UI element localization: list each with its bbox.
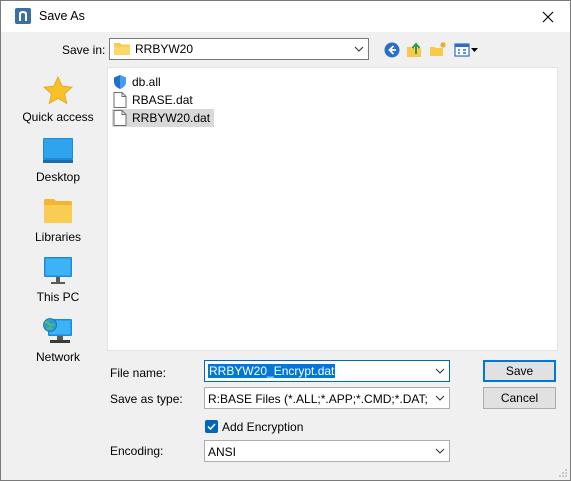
checkmark-icon — [207, 423, 216, 431]
encoding-value: ANSI — [208, 445, 237, 459]
file-name: RRBYW20.dat — [132, 111, 211, 125]
file-name-value: RRBYW20_Encrypt.dat — [208, 364, 336, 378]
save-in-value: RRBYW20 — [135, 42, 194, 56]
star-icon — [43, 76, 73, 105]
list-item[interactable]: RBASE.dat — [112, 91, 197, 109]
save-as-type-value: R:BASE Files (*.ALL;*.APP;*.CMD;*.DAT;*.… — [208, 392, 428, 406]
file-name: db.all — [132, 75, 161, 89]
close-button[interactable] — [534, 5, 562, 29]
folder-icon — [114, 43, 130, 55]
add-encryption-checkbox[interactable] — [205, 420, 218, 433]
places-bar: Quick access Desktop Libraries This PC N… — [11, 67, 105, 372]
close-icon — [542, 11, 554, 23]
document-icon — [113, 110, 127, 126]
place-label: This PC — [36, 290, 80, 304]
back-button[interactable] — [381, 39, 403, 61]
list-item[interactable]: RRBYW20.dat — [112, 109, 215, 127]
dialog-title: Save As — [39, 9, 85, 23]
place-desktop[interactable]: Desktop — [11, 135, 105, 191]
app-icon — [15, 8, 31, 24]
libraries-icon — [44, 199, 72, 223]
list-item[interactable]: db.all — [112, 73, 165, 91]
file-name: RBASE.dat — [132, 93, 193, 107]
chevron-down-icon — [435, 448, 445, 454]
up-folder-button[interactable] — [404, 39, 426, 61]
chevron-down-icon — [435, 395, 445, 401]
place-label: Libraries — [34, 230, 82, 244]
resize-grip-icon[interactable] — [558, 468, 568, 478]
place-this-pc[interactable]: This PC — [11, 255, 105, 311]
save-in-label: Save in: — [62, 43, 106, 57]
cancel-button[interactable]: Cancel — [483, 387, 556, 409]
network-icon — [43, 318, 72, 343]
view-menu-icon — [454, 43, 478, 57]
place-label: Network — [35, 350, 80, 364]
up-folder-icon — [407, 42, 421, 57]
title-bar: Save As — [1, 1, 570, 32]
new-folder-button[interactable] — [427, 39, 449, 61]
file-name-field[interactable]: RRBYW20_Encrypt.dat — [204, 360, 450, 382]
place-quick-access[interactable]: Quick access — [11, 75, 105, 131]
new-folder-icon — [430, 42, 446, 56]
save-as-type-label: Save as type: — [110, 392, 183, 406]
place-libraries[interactable]: Libraries — [11, 195, 105, 251]
desktop-icon — [43, 138, 73, 163]
file-list[interactable]: db.all RBASE.dat RRBYW20.dat — [107, 67, 558, 351]
add-encryption-label[interactable]: Add Encryption — [222, 420, 303, 434]
file-name-label: File name: — [110, 366, 167, 380]
computer-icon — [44, 257, 72, 284]
save-in-dropdown[interactable]: RRBYW20 — [109, 38, 369, 60]
save-button[interactable]: Save — [483, 360, 556, 382]
view-menu-button[interactable] — [452, 39, 480, 61]
document-icon — [113, 92, 127, 108]
encoding-dropdown[interactable]: ANSI — [204, 440, 450, 462]
chevron-down-icon — [354, 46, 364, 52]
encoding-label: Encoding: — [110, 444, 164, 458]
place-label: Quick access — [22, 110, 94, 124]
place-network[interactable]: Network — [11, 315, 105, 371]
chevron-down-icon — [435, 368, 445, 374]
back-arrow-icon — [384, 42, 400, 58]
save-as-type-dropdown[interactable]: R:BASE Files (*.ALL;*.APP;*.CMD;*.DAT;*.… — [204, 387, 450, 409]
save-as-dialog: Save As Save in: RRBYW20 Quick access De… — [0, 0, 571, 481]
shield-file-icon — [114, 75, 126, 89]
place-label: Desktop — [35, 170, 81, 184]
